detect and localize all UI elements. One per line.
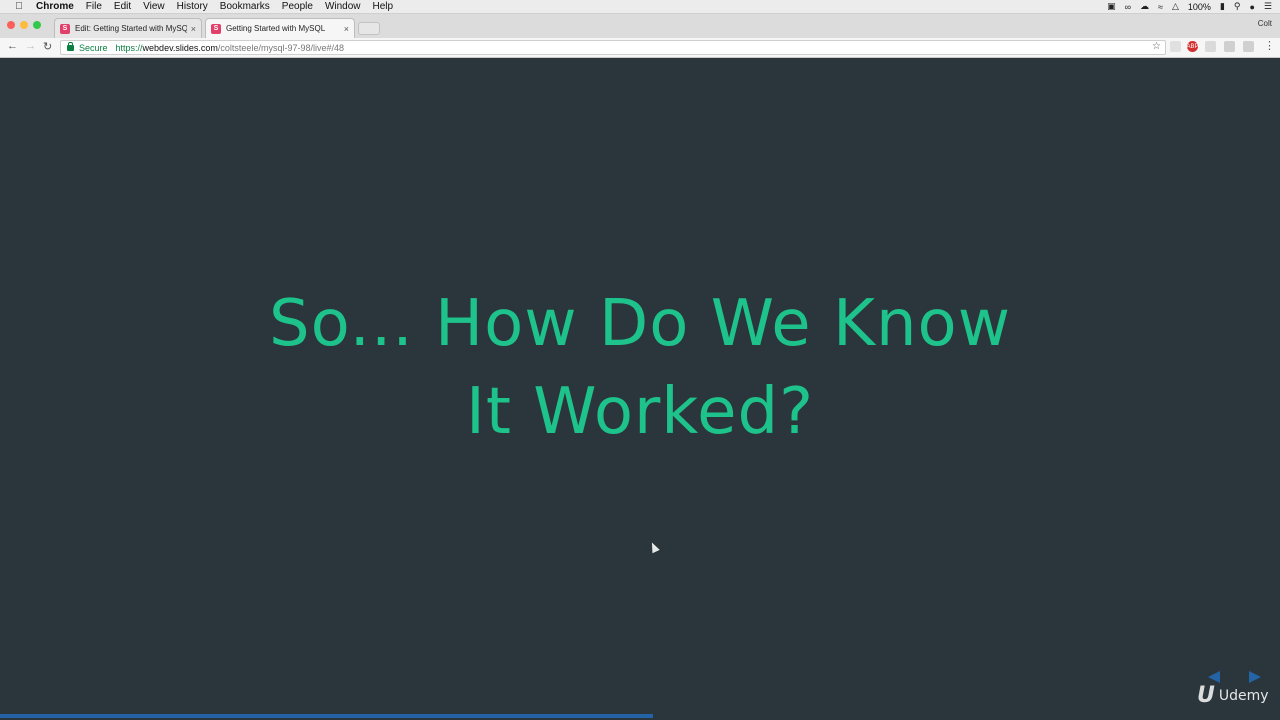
back-arrow-icon[interactable]: ← (7, 40, 18, 52)
lock-icon (67, 41, 74, 51)
slide-progress-bar[interactable] (0, 714, 1280, 718)
mouse-cursor-icon (648, 540, 660, 554)
url-scheme: https:// (115, 42, 143, 53)
udemy-watermark: U Udemy (1197, 683, 1269, 708)
browser-toolbar: ← → ↻ Secure https:// webdev.slides.com … (0, 38, 1280, 58)
bookmark-star-icon[interactable]: ☆ (1152, 41, 1161, 52)
slide-progress-fill (0, 714, 653, 718)
menu-history[interactable]: History (177, 1, 208, 12)
apple-icon[interactable]:  (12, 1, 26, 12)
close-window-button[interactable] (7, 21, 15, 29)
glasses-icon[interactable]: ∞ (1125, 2, 1131, 12)
url-host: webdev.slides.com (142, 42, 218, 53)
menu-bookmarks[interactable]: Bookmarks (220, 1, 270, 12)
menu-help[interactable]: Help (373, 1, 394, 12)
cloud-icon[interactable]: ☁ (1140, 1, 1149, 12)
next-slide-arrow-icon[interactable] (1249, 671, 1261, 683)
extension-icon[interactable] (1224, 41, 1235, 52)
new-tab-button[interactable] (358, 22, 380, 35)
extension-icon[interactable] (1170, 41, 1181, 52)
address-bar[interactable]: Secure https:// webdev.slides.com /colts… (60, 40, 1166, 55)
previous-slide-arrow-icon[interactable] (1208, 671, 1220, 683)
menu-edit[interactable]: Edit (114, 1, 131, 12)
menu-kebab-icon[interactable]: ⋮ (1264, 39, 1275, 52)
tab-edit-getting-started[interactable]: S Edit: Getting Started with MySQL × (54, 18, 202, 38)
notification-center-icon[interactable]: ☰ (1264, 1, 1272, 12)
menu-people[interactable]: People (282, 1, 313, 12)
minimize-window-button[interactable] (20, 21, 28, 29)
menu-view[interactable]: View (143, 1, 165, 12)
tab-title: Getting Started with MySQL (226, 24, 326, 33)
slides-favicon-icon: S (60, 23, 70, 34)
browser-tab-strip: S Edit: Getting Started with MySQL × S G… (0, 14, 1280, 38)
wifi-icon[interactable]: ≈ (1158, 2, 1163, 12)
extension-icon[interactable] (1205, 41, 1216, 52)
battery-percent: 100% (1187, 1, 1211, 12)
siri-icon[interactable]: ● (1249, 2, 1254, 12)
slide-title: So... How Do We Know It Worked? (140, 280, 1140, 456)
airplay-icon[interactable]: △ (1172, 1, 1179, 12)
forward-arrow-icon[interactable]: → (25, 40, 36, 52)
reload-icon[interactable]: ↻ (43, 40, 52, 53)
url-path: /coltsteele/mysql-97-98/live#/48 (217, 42, 344, 53)
macos-menu-bar:  Chrome File Edit View History Bookmark… (0, 0, 1280, 14)
slide-title-line-1: So... How Do We Know (268, 287, 1012, 361)
udemy-logo-icon: U (1197, 683, 1215, 708)
extension-icon[interactable] (1243, 41, 1254, 52)
window-controls (7, 21, 41, 29)
tab-title: Edit: Getting Started with MySQL (75, 24, 187, 33)
adblock-icon[interactable]: ABP (1187, 41, 1199, 52)
battery-icon[interactable]: ▮ (1220, 1, 1225, 12)
udemy-brand: Udemy (1218, 687, 1269, 704)
menu-file[interactable]: File (86, 1, 102, 12)
zoom-window-button[interactable] (33, 21, 41, 29)
close-tab-icon[interactable]: × (191, 24, 196, 34)
close-tab-icon[interactable]: × (344, 24, 349, 34)
profile-name[interactable]: Colt (1258, 19, 1272, 28)
secure-label: Secure (79, 42, 108, 53)
menu-extras: ▣ ∞ ☁ ≈ △ 100% ▮ ⚲ ● ☰ (1107, 1, 1280, 12)
tab-getting-started[interactable]: S Getting Started with MySQL × (205, 18, 355, 38)
spotlight-search-icon[interactable]: ⚲ (1234, 1, 1241, 12)
slide-canvas: So... How Do We Know It Worked? U Udemy (0, 58, 1280, 720)
menu-app-name[interactable]: Chrome (36, 1, 74, 12)
slides-favicon-icon: S (211, 23, 221, 34)
screen-record-icon[interactable]: ▣ (1107, 1, 1116, 12)
menu-window[interactable]: Window (325, 1, 361, 12)
slide-title-line-2: It Worked? (465, 375, 815, 449)
